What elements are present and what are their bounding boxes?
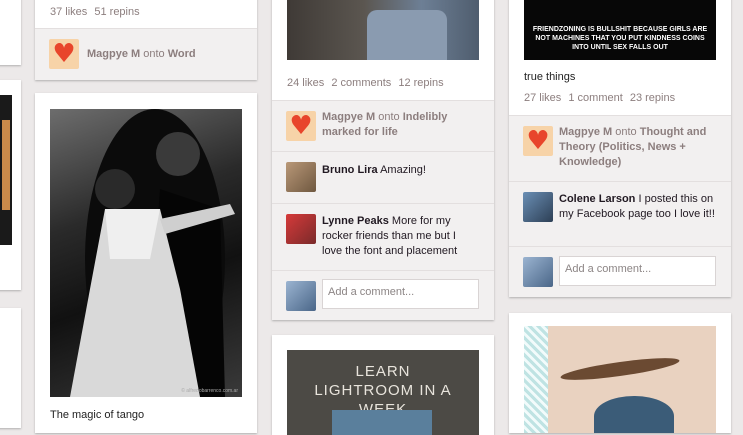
pin-image-lightroom[interactable]: LEARN LIGHTROOM IN A WEEK	[287, 350, 479, 435]
avatar[interactable]: ♥	[286, 111, 316, 141]
pin-image-tango[interactable]: © alfredobarrenco.com.ar	[50, 109, 242, 397]
pin-stats: 27 likes 1 comment 23 repins	[524, 92, 679, 104]
pin-card-lightroom: LEARN LIGHTROOM IN A WEEK	[272, 335, 494, 435]
likes-count[interactable]: 27 likes	[524, 92, 561, 104]
left-edge-pin-top[interactable]	[0, 0, 21, 65]
heart-icon: ♥	[289, 111, 313, 141]
avatar[interactable]	[286, 214, 316, 244]
pin-card-eye	[509, 313, 731, 433]
pin-stats: 24 likes 2 comments 12 repins	[287, 77, 448, 89]
left-edge-pin-middle[interactable]	[0, 80, 21, 290]
attribution-text: Magpye M onto Word	[87, 48, 196, 60]
comments-count[interactable]: 2 comments	[331, 77, 391, 89]
pin-description: true things	[524, 71, 576, 83]
pin-card-col2-top: 24 likes 2 comments 12 repins ♥ Magpye M…	[272, 0, 494, 320]
repins-count[interactable]: 51 repins	[94, 6, 139, 18]
commenter-name[interactable]: Lynne Peaks	[322, 215, 389, 227]
pin-description: The magic of tango	[50, 409, 145, 421]
tango-couple-illustration	[70, 109, 235, 397]
pin-card-col3-top: FRIENDZONING IS BULLSHIT BECAUSE GIRLS A…	[509, 0, 731, 297]
add-comment-row: Add a comment...	[509, 246, 731, 297]
avatar[interactable]	[286, 281, 316, 311]
add-comment-input[interactable]: Add a comment...	[559, 256, 716, 286]
avatar[interactable]: ♥	[49, 39, 79, 69]
attribution-text: Magpye M onto Indelibly marked for life	[322, 111, 448, 138]
comments-count[interactable]: 1 comment	[568, 92, 622, 104]
attribution-text: Magpye M onto Thought and Theory (Politi…	[559, 126, 707, 168]
add-comment-input[interactable]: Add a comment...	[322, 279, 479, 309]
pin-stats: 37 likes 51 repins	[50, 6, 144, 18]
commenter-name[interactable]: Colene Larson	[559, 193, 635, 205]
left-edge-pin-image[interactable]	[0, 95, 12, 245]
likes-count[interactable]: 24 likes	[287, 77, 324, 89]
add-comment-row: Add a comment...	[272, 270, 494, 320]
avatar[interactable]	[286, 162, 316, 192]
comment-text: Colene Larson I posted this on my Facebo…	[559, 193, 715, 220]
comment-text: Lynne Peaks More for my rocker friends t…	[322, 215, 458, 257]
meme-caption: FRIENDZONING IS BULLSHIT BECAUSE GIRLS A…	[532, 26, 708, 51]
pin-image-jeans[interactable]	[287, 0, 479, 60]
board-name[interactable]: Word	[168, 48, 196, 60]
pin-attribution: ♥ Magpye M onto Indelibly marked for lif…	[272, 100, 494, 151]
left-edge-pin-bottom[interactable]	[0, 308, 21, 428]
pinner-name[interactable]: Magpye M	[559, 126, 612, 138]
image-watermark: © alfredobarrenco.com.ar	[181, 388, 238, 394]
avatar[interactable]	[523, 192, 553, 222]
pin-card-col1-top: 37 likes 51 repins ♥ Magpye M onto Word	[35, 0, 257, 80]
avatar[interactable]: ♥	[523, 126, 553, 156]
pin-attribution: ♥ Magpye M onto Thought and Theory (Poli…	[509, 115, 731, 181]
comment-item: Bruno Lira Amazing!	[272, 151, 494, 203]
pinner-name[interactable]: Magpye M	[322, 111, 375, 123]
comment-item: Lynne Peaks More for my rocker friends t…	[272, 203, 494, 270]
pin-card-tango: © alfredobarrenco.com.ar The magic of ta…	[35, 93, 257, 433]
repins-count[interactable]: 23 repins	[630, 92, 675, 104]
pinner-name[interactable]: Magpye M	[87, 48, 140, 60]
heart-icon: ♥	[526, 126, 550, 156]
pin-image-eye[interactable]	[524, 326, 716, 433]
comment-text: Bruno Lira Amazing!	[322, 164, 426, 176]
avatar[interactable]	[523, 257, 553, 287]
likes-count[interactable]: 37 likes	[50, 6, 87, 18]
pin-attribution: ♥ Magpye M onto Word	[35, 28, 257, 80]
comment-item: Colene Larson I posted this on my Facebo…	[509, 181, 731, 246]
repins-count[interactable]: 12 repins	[398, 77, 443, 89]
pin-image-meme[interactable]: FRIENDZONING IS BULLSHIT BECAUSE GIRLS A…	[524, 0, 716, 60]
heart-icon: ♥	[52, 39, 76, 69]
commenter-name[interactable]: Bruno Lira	[322, 164, 378, 176]
